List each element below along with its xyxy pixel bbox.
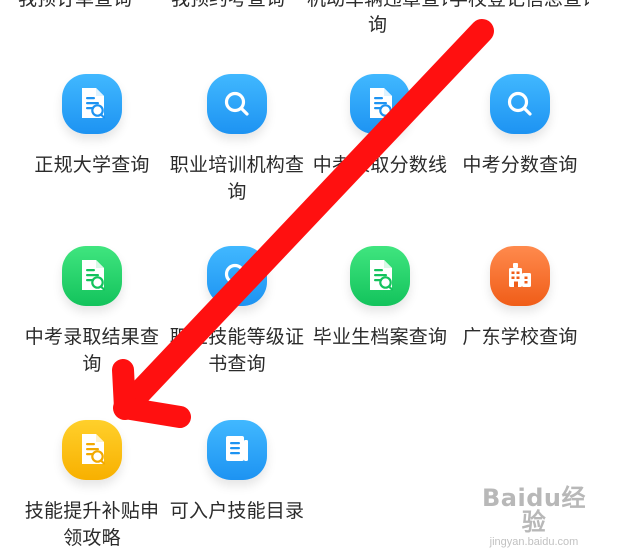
document-search-icon: [82, 88, 106, 119]
skill-certificate-tile[interactable]: [207, 246, 267, 306]
watermark-brand: Baidu经验: [482, 484, 586, 536]
university-query-tile[interactable]: [62, 74, 122, 134]
vocational-training-label: 职业培训机构查 询: [169, 154, 305, 203]
service-item-university-query[interactable]: 正规大学查询: [17, 74, 167, 214]
service-item-exam-cutoff[interactable]: 中考录取分数线: [305, 74, 455, 214]
skill-subsidy-guide-tile[interactable]: [62, 420, 122, 480]
graduate-file-label: 毕业生档案查询: [312, 326, 448, 348]
document-search-icon: [82, 434, 106, 465]
graduate-file-tile[interactable]: [350, 246, 410, 306]
skill-certificate-label: 职业技能等级证 书查询: [169, 326, 305, 375]
search-icon: [507, 91, 532, 116]
top-row-cell-3[interactable]: 机动车辆违章查询: [307, 0, 447, 12]
service-item-skill-subsidy-guide[interactable]: 技能提升补贴申 领攻略: [17, 420, 167, 560]
service-item-household-skill-catalog[interactable]: 可入户技能目录: [162, 420, 312, 560]
top-row-partial: 我预订单查询 我预约考查询 机动车辆违章查询 学校登记信息查询 询: [0, 0, 619, 46]
admission-result-label: 中考录取结果查 询: [24, 326, 160, 375]
service-item-skill-certificate[interactable]: 职业技能等级证 书查询: [162, 246, 312, 386]
exam-cutoff-label: 中考录取分数线: [312, 154, 448, 176]
top-row-cell-4[interactable]: 学校登记信息查询: [449, 0, 589, 12]
building-icon: [509, 263, 531, 287]
top-row-cell-1[interactable]: 我预订单查询: [5, 0, 145, 12]
document-search-icon: [370, 260, 394, 291]
search-icon: [224, 263, 249, 288]
exam-cutoff-tile[interactable]: [350, 74, 410, 134]
vocational-training-tile[interactable]: [207, 74, 267, 134]
document-search-icon: [370, 88, 394, 119]
skill-subsidy-guide-label: 技能提升补贴申 领攻略: [24, 500, 160, 549]
service-item-admission-result[interactable]: 中考录取结果查 询: [17, 246, 167, 386]
top-row-overflow-line: 询: [367, 14, 387, 36]
document-search-icon: [82, 260, 106, 291]
service-item-vocational-training[interactable]: 职业培训机构查 询: [162, 74, 312, 214]
university-query-label: 正规大学查询: [34, 154, 150, 176]
notebook-icon: [226, 436, 248, 461]
service-item-graduate-file[interactable]: 毕业生档案查询: [305, 246, 455, 386]
search-icon: [224, 91, 249, 116]
baidu-jingyan-watermark: Baidu经验 jingyan.baidu.com: [471, 486, 597, 548]
guangdong-school-label: 广东学校查询: [462, 326, 578, 348]
household-skill-catalog-label: 可入户技能目录: [169, 500, 305, 522]
guangdong-school-tile[interactable]: [490, 246, 550, 306]
exam-score-label: 中考分数查询: [462, 154, 578, 176]
service-item-exam-score[interactable]: 中考分数查询: [445, 74, 595, 214]
exam-score-tile[interactable]: [490, 74, 550, 134]
top-row-cell-2[interactable]: 我预约考查询: [158, 0, 298, 12]
admission-result-tile[interactable]: [62, 246, 122, 306]
household-skill-catalog-tile[interactable]: [207, 420, 267, 480]
watermark-domain: jingyan.baidu.com: [489, 536, 579, 548]
service-item-guangdong-school[interactable]: 广东学校查询: [445, 246, 595, 386]
